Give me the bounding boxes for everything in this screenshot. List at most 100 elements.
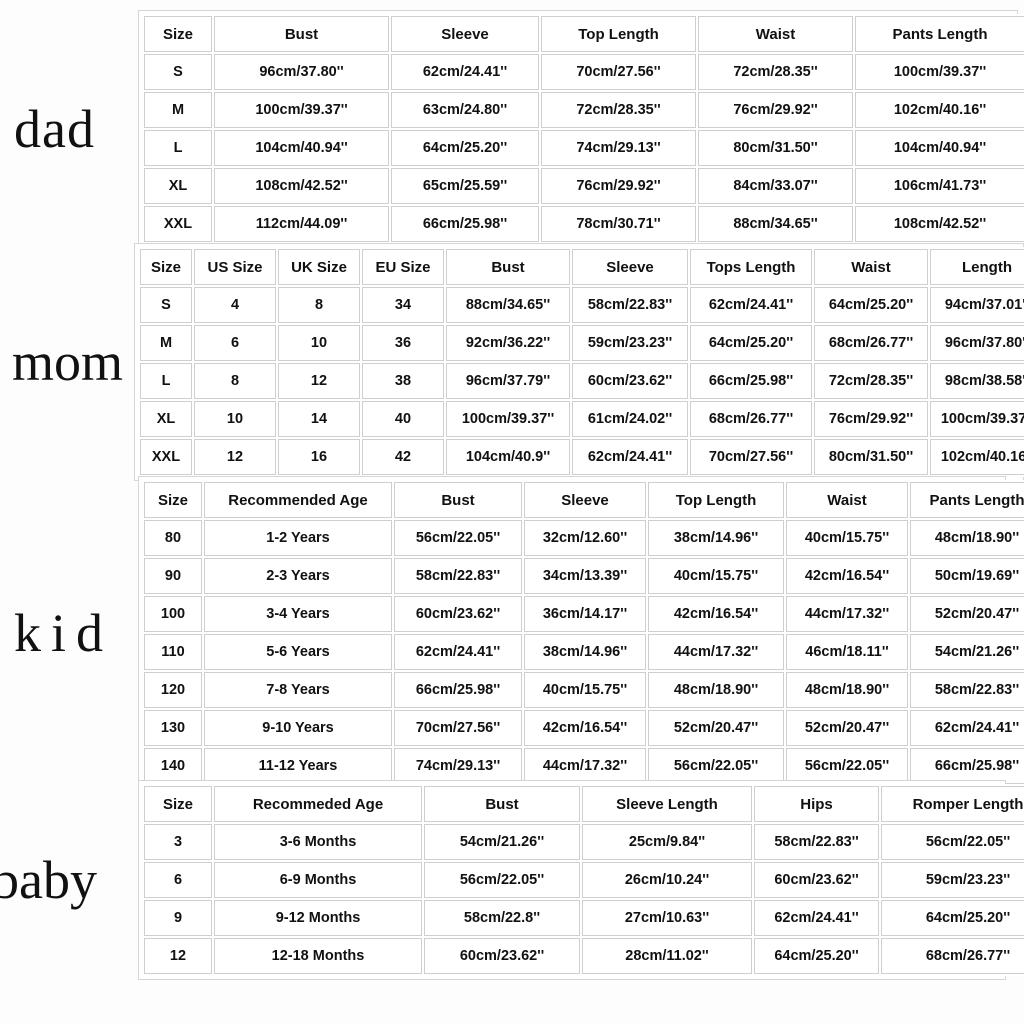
table-cell: 54cm/21.26'' bbox=[424, 824, 580, 860]
column-header: Top Length bbox=[648, 482, 784, 518]
table-cell: 76cm/29.92'' bbox=[814, 401, 928, 437]
table-cell: 58cm/22.83'' bbox=[572, 287, 688, 323]
table-cell: 58cm/22.83'' bbox=[910, 672, 1024, 708]
size-table-wrapper-mom: Size US Size UK Size EU Size Bust Sleeve… bbox=[134, 243, 1024, 481]
table-cell: 9-12 Months bbox=[214, 900, 422, 936]
table-cell: 58cm/22.83'' bbox=[394, 558, 522, 594]
table-cell: 62cm/24.41'' bbox=[391, 54, 539, 90]
table-cell: 12 bbox=[144, 938, 212, 974]
table-row: 140 11-12 Years 74cm/29.13'' 44cm/17.32'… bbox=[144, 748, 1024, 784]
table-cell: 56cm/22.05'' bbox=[394, 520, 522, 556]
table-cell: 52cm/20.47'' bbox=[648, 710, 784, 746]
table-cell: 96cm/37.80'' bbox=[930, 325, 1024, 361]
table-cell: 72cm/28.35'' bbox=[814, 363, 928, 399]
table-cell: 32cm/12.60'' bbox=[524, 520, 646, 556]
column-header: Recommended Age bbox=[204, 482, 392, 518]
table-row: M 6 10 36 92cm/36.22'' 59cm/23.23'' 64cm… bbox=[140, 325, 1024, 361]
table-cell: 3-6 Months bbox=[214, 824, 422, 860]
table-row: L 104cm/40.94'' 64cm/25.20'' 74cm/29.13'… bbox=[144, 130, 1024, 166]
table-cell: 62cm/24.41'' bbox=[910, 710, 1024, 746]
size-table-wrapper-dad: Size Bust Sleeve Top Length Waist Pants … bbox=[138, 10, 1024, 248]
table-cell: 100 bbox=[144, 596, 202, 632]
table-cell: 42cm/16.54'' bbox=[648, 596, 784, 632]
table-cell: 64cm/25.20'' bbox=[754, 938, 879, 974]
table-row: S 96cm/37.80'' 62cm/24.41'' 70cm/27.56''… bbox=[144, 54, 1024, 90]
table-cell: S bbox=[140, 287, 192, 323]
table-cell: 36cm/14.17'' bbox=[524, 596, 646, 632]
table-row: XL 10 14 40 100cm/39.37'' 61cm/24.02'' 6… bbox=[140, 401, 1024, 437]
table-cell: 56cm/22.05'' bbox=[786, 748, 908, 784]
table-cell: 59cm/23.23'' bbox=[572, 325, 688, 361]
table-row: L 8 12 38 96cm/37.79'' 60cm/23.62'' 66cm… bbox=[140, 363, 1024, 399]
table-cell: 70cm/27.56'' bbox=[541, 54, 696, 90]
table-cell: 94cm/37.01'' bbox=[930, 287, 1024, 323]
table-header-row: Size Bust Sleeve Top Length Waist Pants … bbox=[144, 16, 1024, 52]
column-header: Size bbox=[144, 482, 202, 518]
size-chart-page: dad Size Bust Sleeve Top Length Waist Pa… bbox=[0, 0, 1024, 1024]
table-cell: 88cm/34.65'' bbox=[698, 206, 853, 242]
table-cell: 44cm/17.32'' bbox=[524, 748, 646, 784]
size-chart-block-kid: kid Size Recommended Age Bust Sleeve Top… bbox=[0, 476, 1024, 790]
table-cell: 140 bbox=[144, 748, 202, 784]
group-label-baby: baby bbox=[0, 850, 97, 910]
table-cell: 100cm/39.37'' bbox=[446, 401, 570, 437]
table-cell: 50cm/19.69'' bbox=[910, 558, 1024, 594]
table-cell: 90 bbox=[144, 558, 202, 594]
table-cell: 27cm/10.63'' bbox=[582, 900, 752, 936]
table-cell: 44cm/17.32'' bbox=[648, 634, 784, 670]
table-cell: 63cm/24.80'' bbox=[391, 92, 539, 128]
table-cell: 100cm/39.37'' bbox=[855, 54, 1024, 90]
size-chart-block-dad: dad Size Bust Sleeve Top Length Waist Pa… bbox=[0, 10, 1024, 248]
table-cell: 84cm/33.07'' bbox=[698, 168, 853, 204]
size-table-wrapper-kid: Size Recommended Age Bust Sleeve Top Len… bbox=[138, 476, 1024, 790]
column-header: Bust bbox=[394, 482, 522, 518]
column-header: Pants Length bbox=[910, 482, 1024, 518]
table-cell: 110 bbox=[144, 634, 202, 670]
table-cell: 6 bbox=[194, 325, 276, 361]
table-row: XXL 112cm/44.09'' 66cm/25.98'' 78cm/30.7… bbox=[144, 206, 1024, 242]
table-cell: L bbox=[144, 130, 212, 166]
table-row: S 4 8 34 88cm/34.65'' 58cm/22.83'' 62cm/… bbox=[140, 287, 1024, 323]
column-header: Size bbox=[144, 16, 212, 52]
table-row: 12 12-18 Months 60cm/23.62'' 28cm/11.02'… bbox=[144, 938, 1024, 974]
table-cell: 48cm/18.90'' bbox=[786, 672, 908, 708]
table-cell: L bbox=[140, 363, 192, 399]
column-header: Bust bbox=[214, 16, 389, 52]
table-cell: 62cm/24.41'' bbox=[690, 287, 812, 323]
table-cell: 60cm/23.62'' bbox=[754, 862, 879, 898]
table-cell: 66cm/25.98'' bbox=[391, 206, 539, 242]
column-header: UK Size bbox=[278, 249, 360, 285]
table-cell: 64cm/25.20'' bbox=[690, 325, 812, 361]
table-row: 120 7-8 Years 66cm/25.98'' 40cm/15.75'' … bbox=[144, 672, 1024, 708]
table-row: 100 3-4 Years 60cm/23.62'' 36cm/14.17'' … bbox=[144, 596, 1024, 632]
table-cell: 8 bbox=[194, 363, 276, 399]
column-header: Waist bbox=[698, 16, 853, 52]
table-cell: 9-10 Years bbox=[204, 710, 392, 746]
table-cell: 10 bbox=[278, 325, 360, 361]
group-label-mom: mom bbox=[12, 332, 124, 392]
table-cell: 96cm/37.80'' bbox=[214, 54, 389, 90]
table-row: 9 9-12 Months 58cm/22.8'' 27cm/10.63'' 6… bbox=[144, 900, 1024, 936]
table-cell: 92cm/36.22'' bbox=[446, 325, 570, 361]
table-header-row: Size US Size UK Size EU Size Bust Sleeve… bbox=[140, 249, 1024, 285]
column-header: Sleeve bbox=[572, 249, 688, 285]
table-cell: XL bbox=[140, 401, 192, 437]
size-table-dad: Size Bust Sleeve Top Length Waist Pants … bbox=[142, 14, 1024, 244]
table-row: 110 5-6 Years 62cm/24.41'' 38cm/14.96'' … bbox=[144, 634, 1024, 670]
column-header: US Size bbox=[194, 249, 276, 285]
table-cell: 58cm/22.83'' bbox=[754, 824, 879, 860]
size-table-mom: Size US Size UK Size EU Size Bust Sleeve… bbox=[138, 247, 1024, 477]
table-cell: 46cm/18.11'' bbox=[786, 634, 908, 670]
table-cell: 68cm/26.77'' bbox=[881, 938, 1024, 974]
table-cell: 60cm/23.62'' bbox=[394, 596, 522, 632]
table-cell: 102cm/40.16'' bbox=[855, 92, 1024, 128]
table-cell: 42cm/16.54'' bbox=[524, 710, 646, 746]
size-table-baby: Size Recommeded Age Bust Sleeve Length H… bbox=[142, 784, 1024, 976]
table-row: M 100cm/39.37'' 63cm/24.80'' 72cm/28.35'… bbox=[144, 92, 1024, 128]
table-cell: 34cm/13.39'' bbox=[524, 558, 646, 594]
table-cell: 104cm/40.94'' bbox=[855, 130, 1024, 166]
table-cell: 120 bbox=[144, 672, 202, 708]
table-cell: 68cm/26.77'' bbox=[690, 401, 812, 437]
table-cell: 48cm/18.90'' bbox=[648, 672, 784, 708]
table-cell: 10 bbox=[194, 401, 276, 437]
